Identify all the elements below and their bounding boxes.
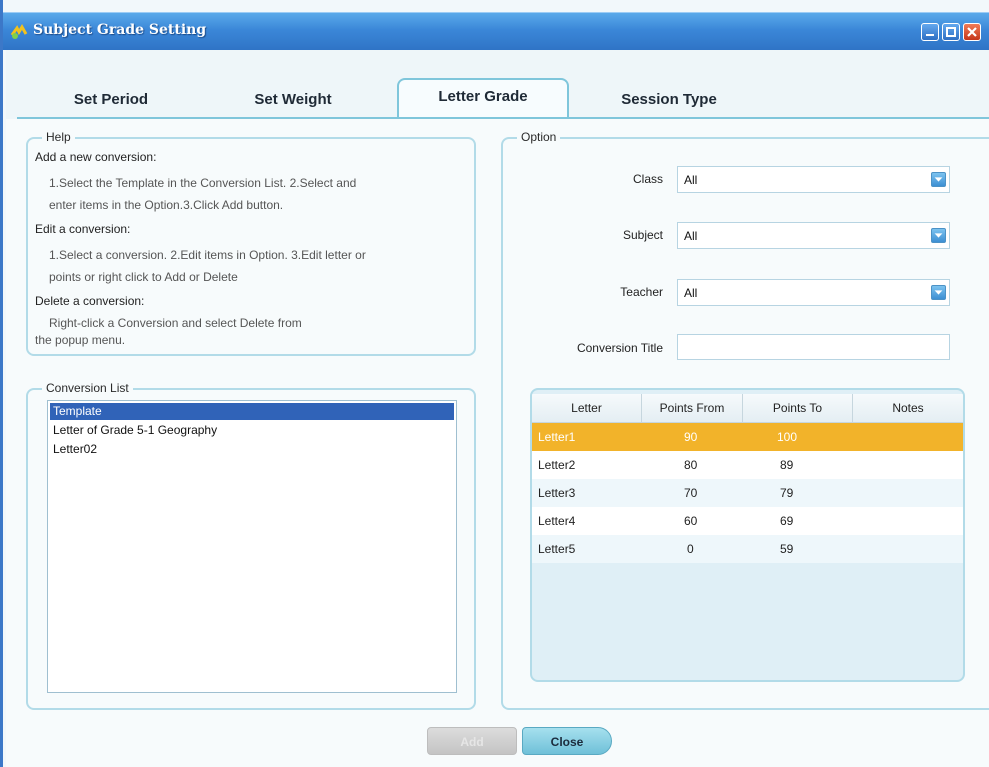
cell-points-to[interactable]: 79 (780, 486, 793, 500)
help-delete-heading: Delete a conversion: (35, 294, 145, 308)
cell-points-to[interactable]: 59 (780, 542, 793, 556)
help-add-heading: Add a new conversion: (35, 150, 157, 164)
app-logo-icon (10, 24, 28, 39)
help-delete-line2: the popup menu. (35, 333, 126, 347)
cell-letter[interactable]: Letter2 (538, 458, 575, 472)
column-header-points-to[interactable]: Points To (743, 394, 853, 423)
minimize-button[interactable] (921, 23, 939, 41)
title-bar[interactable]: Subject Grade Setting (3, 12, 989, 50)
class-value: All (684, 173, 698, 187)
chevron-down-icon[interactable] (931, 228, 946, 243)
help-edit-line1: 1.Select a conversion. 2.Edit items in O… (49, 248, 366, 262)
letter-grade-grid: Letter Points From Points To Notes Lette… (530, 388, 965, 682)
table-row[interactable]: Letter5 0 59 (532, 535, 963, 563)
chevron-down-icon[interactable] (931, 285, 946, 300)
column-header-letter[interactable]: Letter (532, 394, 642, 423)
tab-set-period[interactable]: Set Period (51, 88, 171, 116)
close-icon (967, 27, 977, 37)
list-item-geography[interactable]: Letter of Grade 5-1 Geography (50, 422, 454, 439)
cell-letter[interactable]: Letter4 (538, 514, 575, 528)
add-button[interactable]: Add (427, 727, 517, 755)
list-item-template[interactable]: Template (50, 403, 454, 420)
subject-value: All (684, 229, 698, 243)
table-row[interactable]: Letter1 90 100 (532, 423, 963, 451)
help-add-line1: 1.Select the Template in the Conversion … (49, 176, 357, 190)
tab-set-weight[interactable]: Set Weight (233, 88, 353, 116)
cell-points-to[interactable]: 69 (780, 514, 793, 528)
subject-select[interactable]: All (677, 222, 950, 249)
help-edit-line2: points or right click to Add or Delete (49, 270, 238, 284)
subject-label: Subject (622, 228, 663, 242)
minimize-icon (926, 34, 934, 36)
help-add-line2: enter items in the Option.3.Click Add bu… (49, 198, 284, 212)
cell-letter[interactable]: Letter1 (538, 430, 575, 444)
conversion-title-input[interactable] (677, 334, 950, 360)
cell-points-from[interactable]: 60 (684, 514, 697, 528)
conversion-listbox[interactable]: Template Letter of Grade 5-1 Geography L… (47, 400, 457, 693)
help-edit-heading: Edit a conversion: (35, 222, 131, 236)
conversion-title-label: Conversion Title (576, 341, 663, 355)
option-legend: Option (517, 130, 561, 144)
cell-points-from[interactable]: 90 (684, 430, 697, 444)
help-delete-line1: Right-click a Conversion and select Dele… (49, 316, 302, 330)
column-header-points-from[interactable]: Points From (642, 394, 743, 423)
tab-session-type[interactable]: Session Type (599, 88, 739, 116)
teacher-value: All (684, 286, 698, 300)
maximize-button[interactable] (942, 23, 960, 41)
cell-points-from[interactable]: 0 (687, 542, 694, 556)
cell-points-to[interactable]: 89 (780, 458, 793, 472)
grid-header: Letter Points From Points To Notes (532, 394, 963, 423)
table-row[interactable]: Letter4 60 69 (532, 507, 963, 535)
chevron-down-icon[interactable] (931, 172, 946, 187)
column-header-notes[interactable]: Notes (853, 394, 963, 423)
maximize-icon (946, 27, 956, 37)
cell-points-to[interactable]: 100 (777, 430, 797, 444)
class-select[interactable]: All (677, 166, 950, 193)
cell-letter[interactable]: Letter3 (538, 486, 575, 500)
close-button[interactable]: Close (522, 727, 612, 755)
list-item-letter02[interactable]: Letter02 (50, 441, 454, 458)
conversion-list-legend: Conversion List (42, 381, 133, 395)
table-row[interactable]: Letter3 70 79 (532, 479, 963, 507)
table-row[interactable]: Letter2 80 89 (532, 451, 963, 479)
teacher-label: Teacher (620, 285, 663, 299)
help-legend: Help (42, 130, 75, 144)
class-label: Class (632, 172, 663, 186)
subject-grade-setting-window: Subject Grade Setting Set Period Set Wei… (0, 0, 989, 767)
tab-letter-grade[interactable]: Letter Grade (397, 78, 569, 119)
cell-letter[interactable]: Letter5 (538, 542, 575, 556)
cell-points-from[interactable]: 80 (684, 458, 697, 472)
window-title: Subject Grade Setting (33, 22, 207, 38)
cell-points-from[interactable]: 70 (684, 486, 697, 500)
teacher-select[interactable]: All (677, 279, 950, 306)
close-window-button[interactable] (963, 23, 981, 41)
